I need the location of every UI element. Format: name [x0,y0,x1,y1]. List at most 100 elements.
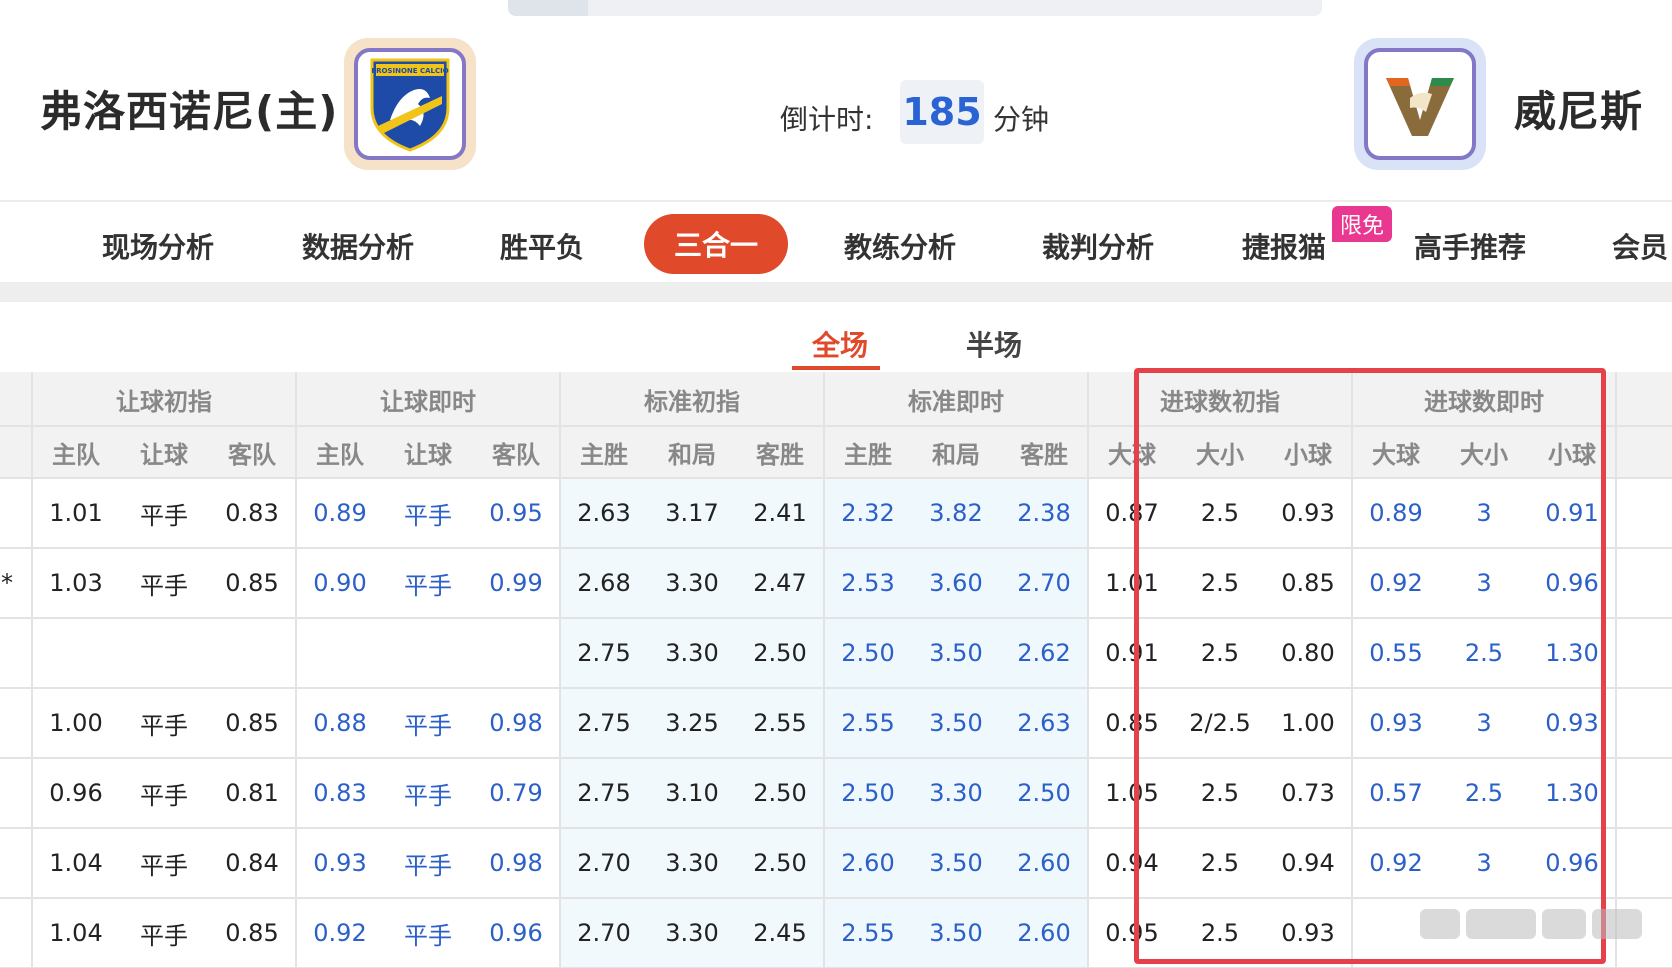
odds-cell: 3.50 [929,639,983,667]
odds-cell: 0.85 [225,709,279,737]
analysis-nav: 现场分析 数据分析 胜平负 三合一 教练分析 裁判分析 捷报猫 限免 高手推荐 … [0,200,1672,282]
odds-cell: 2.55 [841,709,895,737]
odds-cell: 平手 [404,921,452,950]
column-divider [31,372,33,968]
odds-cell: 2.47 [753,569,807,597]
odds-cell: 0.83 [313,779,367,807]
column-header[interactable]: 主胜 [560,426,648,478]
tab-full-match[interactable]: 全场 [812,324,868,364]
odds-cell: 2.63 [577,499,631,527]
odds-cell: 2.50 [841,779,895,807]
column-header[interactable]: 主队 [296,426,384,478]
odds-cell: 平手 [140,851,188,880]
odds-cell: 3.50 [929,849,983,877]
odds-cell: 1.04 [49,919,103,947]
odds-cell: 2.62 [1017,639,1071,667]
venezia-crest-icon [1386,78,1454,136]
odds-cell: 3.17 [665,499,719,527]
odds-cell: 0.95 [489,499,543,527]
group-header: 标准即时 [824,372,1088,426]
odds-cell: 平手 [140,501,188,530]
odds-cell: 3.10 [665,779,719,807]
nav-item-coach-analysis[interactable]: 教练分析 [844,226,956,266]
group-header: 让球即时 [296,372,560,426]
nav-item-jiebaomao[interactable]: 捷报猫 [1242,226,1326,266]
column-divider [1615,372,1617,968]
nav-item-expert-picks[interactable]: 高手推荐 [1414,226,1526,266]
nav-item-three-in-one[interactable]: 三合一 [644,214,788,274]
odds-cell: 3.82 [929,499,983,527]
odds-cell: 1.03 [49,569,103,597]
odds-cell: 平手 [404,501,452,530]
column-header[interactable]: 和局 [912,426,1000,478]
odds-cell: 2.70 [577,849,631,877]
odds-cell: 0.81 [225,779,279,807]
frosinone-crest-icon: FROSINONE CALCIO [370,58,450,152]
odds-cell: 2.50 [753,779,807,807]
tab-half-match[interactable]: 半场 [966,324,1022,364]
odds-cell: 2.70 [1017,569,1071,597]
group-header: 让球初指 [32,372,296,426]
column-divider [295,372,297,968]
odds-cell: 1.00 [49,709,103,737]
odds-cell: 2.41 [753,499,807,527]
odds-cell: 0.90 [313,569,367,597]
column-header[interactable]: 客胜 [1000,426,1088,478]
odds-cell [384,618,472,688]
countdown-label: 倒计时: [780,103,874,136]
odds-cell [296,618,384,688]
odds-cell: 0.98 [489,709,543,737]
column-divider [559,372,561,968]
odds-cell: 2.63 [1017,709,1071,737]
active-tab-underline [792,366,880,370]
nav-item-member[interactable]: 会员 [1612,226,1668,266]
column-header[interactable]: 让球 [120,426,208,478]
away-team-name: 威尼斯 [1514,87,1644,136]
countdown-unit: 分钟 [993,103,1050,136]
column-header[interactable]: 客胜 [736,426,824,478]
free-badge: 限免 [1332,206,1393,242]
row-marker [0,688,14,758]
column-header[interactable]: 客队 [208,426,296,478]
odds-cell [32,618,120,688]
row-marker [0,618,14,688]
top-search-bar[interactable] [508,0,1322,16]
odds-cell: 2.55 [841,919,895,947]
odds-cell: 3.30 [929,779,983,807]
nav-item-referee-analysis[interactable]: 裁判分析 [1042,226,1154,266]
odds-cell: 2.38 [1017,499,1071,527]
column-header[interactable]: 让球 [384,426,472,478]
odds-cell: 1.04 [49,849,103,877]
odds-cell: 2.70 [577,919,631,947]
odds-cell: 1.01 [49,499,103,527]
odds-cell: 3.30 [665,639,719,667]
odds-cell: 平手 [140,921,188,950]
odds-cell: 3.30 [665,919,719,947]
odds-cell: 平手 [140,571,188,600]
column-header[interactable]: 主胜 [824,426,912,478]
odds-cell: 2.75 [577,709,631,737]
odds-cell: 0.85 [225,919,279,947]
odds-cell [208,618,296,688]
nav-item-data-analysis[interactable]: 数据分析 [302,226,414,266]
group-header: 标准初指 [560,372,824,426]
odds-cell: 0.79 [489,779,543,807]
odds-cell [120,618,208,688]
odds-cell: 2.60 [1017,849,1071,877]
odds-cell: 0.98 [489,849,543,877]
odds-cell: 2.45 [753,919,807,947]
home-team-name: 弗洛西诺尼(主) [40,87,339,136]
column-header[interactable]: 主队 [32,426,120,478]
row-marker [0,828,14,898]
watermark [1420,902,1660,946]
away-team-logo [1354,38,1486,170]
odds-cell: 3.50 [929,919,983,947]
nav-item-win-draw-lose[interactable]: 胜平负 [500,226,584,266]
top-bar-tab[interactable] [508,0,588,16]
odds-cell: 0.92 [313,919,367,947]
odds-cell: 0.96 [489,919,543,947]
nav-item-live-analysis[interactable]: 现场分析 [102,226,214,266]
column-header[interactable]: 和局 [648,426,736,478]
column-header[interactable]: 客队 [472,426,560,478]
odds-cell: 平手 [404,781,452,810]
